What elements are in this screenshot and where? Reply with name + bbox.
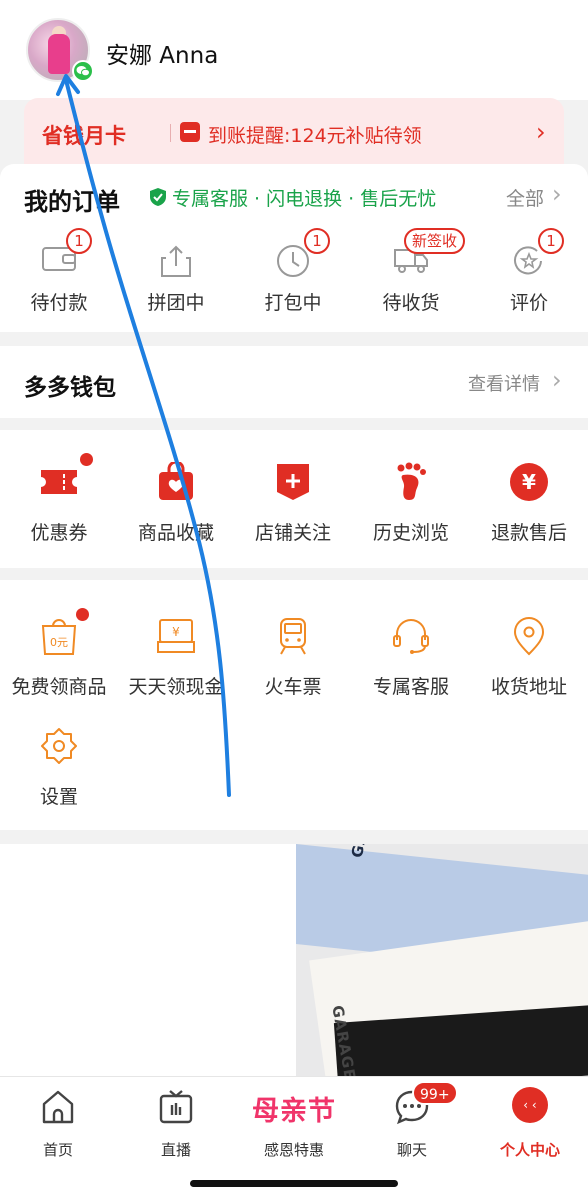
quick-actions-section: 优惠券 商品收藏 店铺关注 历史浏览 ¥ 退款售后 [0, 430, 588, 568]
my-orders-section: 我的订单 专属客服 · 闪电退换 · 售后无忧 全部 › 1 待付款 拼团中 1… [0, 164, 588, 332]
favorites-label: 商品收藏 [137, 522, 214, 544]
tab-label: 首页 [42, 1141, 73, 1159]
profile-header: 安娜 Anna [0, 0, 588, 100]
service-guarantee-text: 专属客服 · 闪电退换 · 售后无忧 [172, 188, 437, 210]
wallet-title: 多多钱包 [24, 375, 116, 401]
svg-text:0元: 0元 [50, 636, 68, 649]
profile-icon: ‹ ‹ [512, 1087, 548, 1123]
followed-stores-label: 店铺关注 [254, 522, 331, 544]
refund-aftersales-button[interactable]: ¥ 退款售后 [470, 462, 588, 562]
chevron-right-icon: › [552, 366, 562, 394]
order-group-buying[interactable]: 拼团中 [117, 228, 235, 318]
unread-count-badge: 99+ [412, 1081, 458, 1105]
cash-icon: ¥ [157, 619, 195, 653]
share-icon [161, 245, 191, 277]
shipping-address-button[interactable]: 收货地址 [470, 616, 588, 716]
settings-label: 设置 [39, 786, 78, 808]
savings-card-title: 省钱月卡 [42, 124, 126, 148]
order-label: 待收货 [382, 292, 440, 314]
order-label: 拼团中 [147, 292, 205, 314]
favorites-button[interactable]: 商品收藏 [117, 462, 235, 562]
free-goods-button[interactable]: 0元 免费领商品 [0, 608, 118, 716]
browsing-history-label: 历史浏览 [372, 522, 449, 544]
order-awaiting-receipt[interactable]: 新签收 待收货 [352, 228, 470, 318]
clock-icon [277, 245, 309, 277]
savings-card-banner[interactable]: 省钱月卡 到账提醒:124元补贴待领 › [24, 98, 564, 168]
order-count-badge: 1 [304, 228, 330, 254]
tab-label: 聊天 [396, 1141, 427, 1159]
headset-icon [393, 619, 429, 654]
tv-icon [159, 1090, 193, 1124]
coupon-icon [41, 470, 77, 494]
home-indicator [190, 1180, 398, 1187]
order-count-badge: 1 [538, 228, 564, 254]
refund-icon: ¥ [510, 463, 548, 501]
footprint-icon [397, 462, 426, 500]
duoduo-wallet-row[interactable]: 多多钱包 查看详情 › [0, 346, 588, 418]
wechat-icon [72, 60, 94, 82]
tab-mothers-day[interactable]: 母亲节 感恩特惠 [244, 1087, 344, 1163]
shipping-address-label: 收货地址 [490, 676, 567, 698]
coupons-button[interactable]: 优惠券 [0, 453, 118, 562]
order-label: 打包中 [264, 292, 322, 314]
chevron-right-icon: › [536, 118, 546, 146]
train-tickets-button[interactable]: 火车票 [234, 616, 352, 716]
product-image[interactable]: GARAGE GARAGE [296, 844, 588, 1076]
orders-title: 我的订单 [24, 188, 120, 216]
notification-dot [80, 453, 93, 466]
mothers-day-festival-label: 母亲节 [252, 1096, 336, 1127]
tab-profile[interactable]: ‹ ‹ 个人中心 [480, 1087, 580, 1163]
browsing-history-button[interactable]: 历史浏览 [352, 462, 470, 562]
subsidy-reminder-text: 到账提醒:124元补贴待领 [208, 125, 422, 147]
order-packing[interactable]: 1 打包中 [234, 228, 352, 318]
order-count-badge: 1 [66, 228, 92, 254]
tab-chat[interactable]: 99+ 聊天 [362, 1081, 462, 1163]
followed-stores-button[interactable]: 店铺关注 [234, 462, 352, 562]
new-signed-badge: 新签收 [404, 228, 466, 254]
wallet-details-link[interactable]: 查看详情 [468, 370, 540, 396]
settings-icon [41, 728, 77, 764]
notification-dot [76, 608, 89, 621]
order-label: 待付款 [30, 292, 88, 314]
svg-text:¥: ¥ [172, 625, 180, 639]
order-label: 评价 [509, 292, 548, 314]
divider [170, 124, 171, 142]
daily-cash-button[interactable]: ¥ 天天领现金 [117, 616, 235, 716]
store-follow-icon [277, 464, 309, 500]
train-tickets-label: 火车票 [264, 676, 322, 698]
ticket-icon [180, 122, 200, 142]
shield-check-icon [150, 188, 166, 206]
tab-label: 直播 [160, 1141, 191, 1159]
order-pending-payment[interactable]: 1 待付款 [0, 228, 118, 318]
chevron-right-icon: › [552, 180, 562, 208]
home-icon [42, 1090, 74, 1124]
settings-button[interactable]: 设置 [0, 726, 118, 826]
order-review[interactable]: 1 评价 [470, 228, 588, 318]
tab-home[interactable]: 首页 [8, 1087, 108, 1163]
refund-aftersales-label: 退款售后 [490, 522, 567, 544]
tab-live[interactable]: 直播 [126, 1087, 226, 1163]
tab-label: 感恩特惠 [263, 1141, 324, 1159]
tab-label: 个人中心 [499, 1141, 560, 1159]
location-icon [513, 617, 545, 656]
all-orders-link[interactable]: 全部 [506, 184, 544, 211]
svg-text:¥: ¥ [522, 470, 536, 494]
daily-cash-label: 天天领现金 [128, 676, 224, 698]
services-section: 0元 免费领商品 ¥ 天天领现金 火车票 专属客服 收货地址 设置 [0, 580, 588, 830]
free-goods-label: 免费领商品 [11, 676, 107, 698]
free-goods-icon: 0元 [41, 619, 77, 655]
customer-service-label: 专属客服 [372, 676, 449, 698]
recommendation-feed: GARAGE GARAGE [0, 844, 588, 1076]
train-icon [280, 618, 306, 655]
favorite-bag-icon [159, 462, 193, 500]
coupons-label: 优惠券 [30, 522, 88, 544]
customer-service-button[interactable]: 专属客服 [352, 616, 470, 716]
username[interactable]: 安娜 Anna [106, 36, 218, 70]
